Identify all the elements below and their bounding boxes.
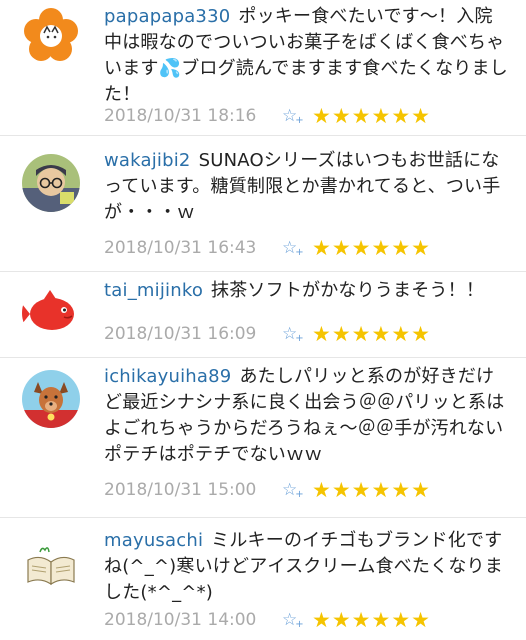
star-icon: ★	[312, 478, 331, 502]
user-avatar[interactable]	[22, 538, 80, 596]
add-star-icon[interactable]: ☆ +	[282, 610, 312, 630]
star-icon: ★	[371, 608, 391, 632]
comment-text-block: papapapa330 ポッキー食べたいです～！入院中は暇なのでついついお菓子をば…	[104, 4, 510, 108]
comment-timestamp: 2018/10/31 14:00	[104, 610, 257, 630]
star-icon: ★	[391, 478, 411, 502]
star-icon: ★	[312, 608, 331, 632]
star-icon: ★	[351, 608, 371, 632]
star-icon: ★	[371, 478, 391, 502]
star-icon: ★	[312, 236, 331, 260]
red-fish-avatar	[22, 284, 80, 342]
star-icon: ★	[411, 236, 430, 260]
add-star-icon[interactable]: ☆ +	[282, 324, 312, 344]
comment-text-block: tai_mijinko 抹茶ソフトがかなりうまそう！！	[104, 278, 510, 304]
comment-username[interactable]: papapapa330	[104, 6, 230, 27]
comment-text-block: mayusachi ミルキーのイチゴもブランド化ですね(^_^)寒いけどアイスクリ…	[104, 528, 510, 606]
comment-meta: 2018/10/31 16:09 ☆ + ★ ★ ★ ★ ★ ★	[104, 322, 431, 346]
comment-timestamp: 2018/10/31 18:16	[104, 106, 257, 126]
dog-character-avatar	[22, 370, 80, 428]
comment-text-block: ichikayuiha89 あたしパリッと系のが好きだけど最近シナシナ系に良く出会…	[104, 364, 510, 468]
comment-meta: 2018/10/31 15:00 ☆ + ★ ★ ★ ★ ★ ★	[104, 478, 431, 502]
star-icon: ★	[411, 608, 430, 632]
comment-username[interactable]: tai_mijinko	[104, 280, 203, 301]
star-icon: ★	[411, 104, 430, 128]
star-icon: ★	[391, 608, 411, 632]
comment-username[interactable]: wakajibi2	[104, 150, 191, 171]
comment-item: ichikayuiha89 あたしパリッと系のが好きだけど最近シナシナ系に良く出会…	[0, 358, 526, 518]
star-rating: ★ ★ ★ ★ ★ ★	[312, 237, 431, 259]
star-rating: ★ ★ ★ ★ ★ ★	[312, 323, 431, 345]
comment-item: mayusachi ミルキーのイチゴもブランド化ですね(^_^)寒いけどアイスクリ…	[0, 518, 526, 640]
star-icon: ★	[331, 608, 351, 632]
comment-timestamp: 2018/10/31 16:09	[104, 324, 257, 344]
star-icon: ★	[391, 322, 411, 346]
comment-text: 抹茶ソフトがかなりうまそう！！	[211, 280, 485, 301]
star-icon: ★	[351, 322, 371, 346]
user-avatar[interactable]	[22, 370, 80, 428]
comment-list: papapapa330 ポッキー食べたいです～！入院中は暇なのでついついお菓子をば…	[0, 0, 526, 640]
star-rating: ★ ★ ★ ★ ★ ★	[312, 609, 431, 631]
star-icon: ★	[312, 322, 331, 346]
open-book-avatar	[22, 538, 80, 596]
star-icon: ★	[351, 478, 371, 502]
star-icon: ★	[411, 478, 430, 502]
glasses-man-avatar	[22, 154, 80, 212]
comment-meta: 2018/10/31 16:43 ☆ + ★ ★ ★ ★ ★ ★	[104, 236, 431, 260]
comment-meta: 2018/10/31 14:00 ☆ + ★ ★ ★ ★ ★ ★	[104, 608, 431, 632]
star-icon: ★	[391, 236, 411, 260]
comment-meta: 2018/10/31 18:16 ☆ + ★ ★ ★ ★ ★ ★	[104, 104, 431, 128]
star-icon: ★	[351, 104, 371, 128]
user-avatar[interactable]	[22, 6, 80, 64]
star-icon: ★	[331, 478, 351, 502]
star-icon: ★	[391, 104, 411, 128]
comment-username[interactable]: ichikayuiha89	[104, 366, 231, 387]
comment-timestamp: 2018/10/31 15:00	[104, 480, 257, 500]
orange-flower-cat-avatar	[22, 6, 80, 64]
star-icon: ★	[371, 236, 391, 260]
add-star-icon[interactable]: ☆ +	[282, 480, 312, 500]
star-icon: ★	[371, 104, 391, 128]
comment-text-block: wakajibi2 SUNAOシリーズはいつもお世話になっています。糖質制限とか書…	[104, 148, 510, 226]
star-icon: ★	[331, 104, 351, 128]
star-icon: ★	[312, 104, 331, 128]
star-icon: ★	[331, 236, 351, 260]
user-avatar[interactable]	[22, 154, 80, 212]
star-rating: ★ ★ ★ ★ ★ ★	[312, 479, 431, 501]
add-star-icon[interactable]: ☆ +	[282, 238, 312, 258]
add-star-icon[interactable]: ☆ +	[282, 106, 312, 126]
comment-timestamp: 2018/10/31 16:43	[104, 238, 257, 258]
star-rating: ★ ★ ★ ★ ★ ★	[312, 105, 431, 127]
comment-item: papapapa330 ポッキー食べたいです～！入院中は暇なのでついついお菓子をば…	[0, 0, 526, 136]
comment-item: tai_mijinko 抹茶ソフトがかなりうまそう！！ 2018/10/31 16…	[0, 272, 526, 358]
star-icon: ★	[331, 322, 351, 346]
star-icon: ★	[351, 236, 371, 260]
star-icon: ★	[371, 322, 391, 346]
comment-item: wakajibi2 SUNAOシリーズはいつもお世話になっています。糖質制限とか書…	[0, 136, 526, 272]
user-avatar[interactable]	[22, 284, 80, 342]
comment-username[interactable]: mayusachi	[104, 530, 203, 551]
star-icon: ★	[411, 322, 430, 346]
